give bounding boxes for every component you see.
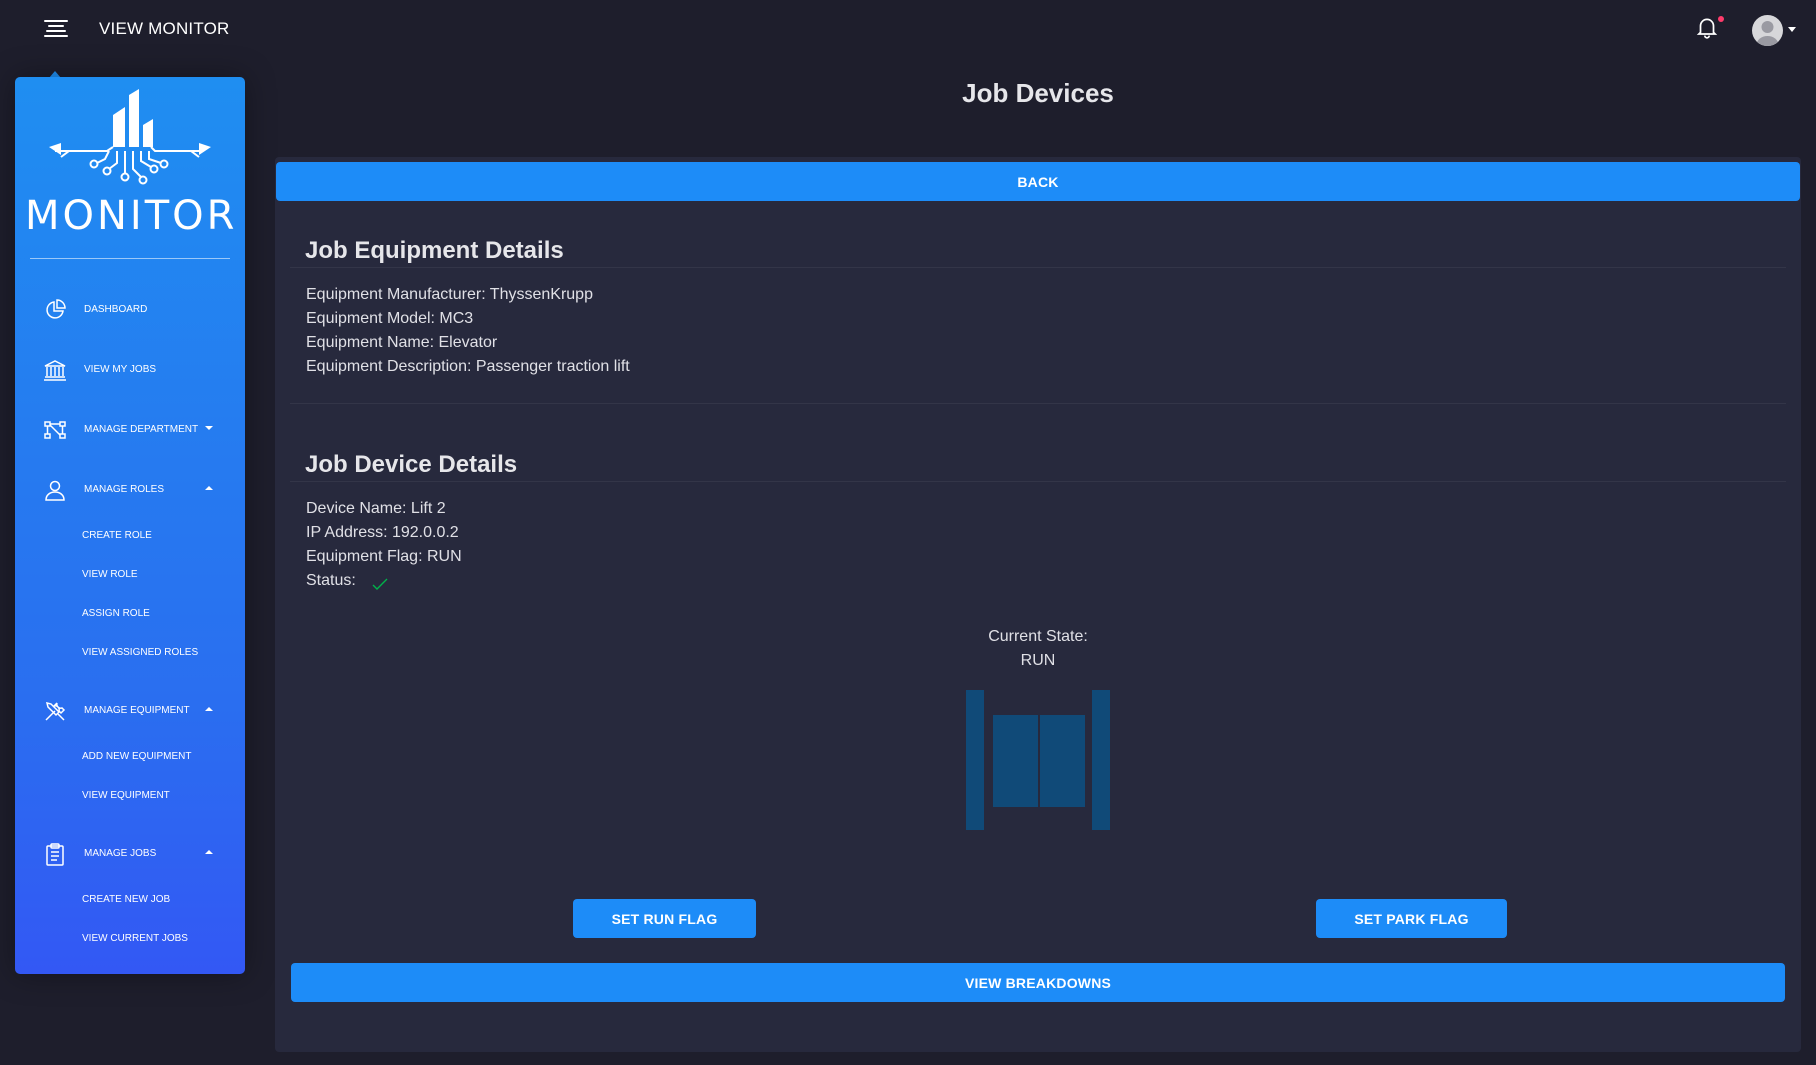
user-avatar-icon[interactable] [1752, 15, 1783, 46]
divider [290, 403, 1786, 404]
app-title: VIEW MONITOR [99, 19, 230, 38]
elevator-doors-icon [966, 690, 1110, 830]
sidebar-item-label: MANAGE JOBS [84, 848, 157, 859]
equipment-manufacturer: Equipment Manufacturer: ThyssenKrupp [306, 286, 593, 303]
sidebar-subitem-view-role[interactable]: VIEW ROLE [82, 569, 138, 580]
sidebar-item-dashboard[interactable]: DASHBOARD [15, 290, 245, 330]
sidebar-subitem-create-role[interactable]: CREATE ROLE [82, 530, 152, 541]
sidebar-item-view-my-jobs[interactable]: VIEW MY JOBS [15, 350, 245, 390]
bank-icon [44, 360, 66, 381]
lift-frame-right [1092, 690, 1110, 830]
sidebar-item-label: VIEW MY JOBS [84, 364, 157, 375]
page-title: Job Devices [962, 78, 1114, 108]
logo: MONITOR [25, 89, 235, 239]
device-equipment-flag: Equipment Flag: RUN [306, 548, 462, 565]
sidebar-item-label: MANAGE ROLES [84, 484, 165, 495]
sidebar-subitem-add-new-equipment[interactable]: ADD NEW EQUIPMENT [82, 751, 191, 762]
device-name: Device Name: Lift 2 [306, 500, 446, 517]
lift-door-left [993, 715, 1038, 807]
sidebar-subitem-create-new-job[interactable]: CREATE NEW JOB [82, 894, 170, 905]
current-state-label: Current State: [988, 628, 1088, 645]
notification-dot [1718, 16, 1724, 22]
sidebar-subitem-view-current-jobs[interactable]: VIEW CURRENT JOBS [82, 933, 188, 944]
equipment-model: Equipment Model: MC3 [306, 310, 474, 327]
divider [290, 481, 1786, 482]
chevron-down-icon [205, 426, 213, 430]
sidebar: MONITOR DASHBOARD VIEW MY JOBS MANAGE DE… [15, 77, 245, 974]
set-park-flag-button[interactable]: SET PARK FLAG [1316, 899, 1507, 938]
set-run-flag-button[interactable]: SET RUN FLAG [573, 899, 756, 938]
device-status-label: Status: [306, 572, 356, 589]
chevron-up-icon [205, 707, 213, 711]
sidebar-subitem-assign-role[interactable]: ASSIGN ROLE [82, 608, 150, 619]
equipment-section-title: Job Equipment Details [305, 237, 564, 264]
logo-text: MONITOR [25, 193, 238, 239]
device-section-title: Job Device Details [305, 451, 518, 478]
current-state-value: RUN [1020, 652, 1056, 669]
bell-icon[interactable] [1694, 14, 1720, 40]
sidebar-item-label: MANAGE DEPARTMENT [84, 424, 199, 435]
chevron-down-icon[interactable] [1788, 27, 1796, 32]
sidebar-item-label: MANAGE EQUIPMENT [84, 705, 190, 716]
pie-chart-icon [46, 299, 66, 319]
lift-frame-left [966, 690, 984, 830]
check-icon [372, 578, 388, 590]
chevron-up-icon [205, 486, 213, 490]
tools-icon [45, 701, 66, 721]
device-ip-address: IP Address: 192.0.0.2 [306, 524, 459, 541]
user-icon [45, 480, 65, 501]
equipment-description: Equipment Description: Passenger tractio… [306, 358, 630, 375]
equipment-name: Equipment Name: Elevator [306, 334, 498, 351]
network-icon [44, 421, 66, 439]
divider [290, 267, 1786, 268]
back-button[interactable]: BACK [276, 162, 1800, 201]
hamburger-icon[interactable] [44, 20, 68, 38]
sidebar-divider [30, 258, 230, 259]
clipboard-icon [46, 843, 64, 866]
sidebar-subitem-view-equipment[interactable]: VIEW EQUIPMENT [82, 790, 170, 801]
sidebar-subitem-view-assigned-roles[interactable]: VIEW ASSIGNED ROLES [82, 647, 198, 658]
sidebar-item-manage-roles[interactable]: MANAGE ROLES [15, 470, 245, 510]
lift-door-right [1040, 715, 1085, 807]
sidebar-item-manage-department[interactable]: MANAGE DEPARTMENT [15, 410, 245, 450]
sidebar-item-manage-equipment[interactable]: MANAGE EQUIPMENT [15, 691, 245, 731]
sidebar-item-manage-jobs[interactable]: MANAGE JOBS [15, 834, 245, 874]
sidebar-item-label: DASHBOARD [84, 304, 148, 315]
view-breakdowns-button[interactable]: VIEW BREAKDOWNS [291, 963, 1785, 1002]
chevron-up-icon [205, 850, 213, 854]
top-bar: VIEW MONITOR [0, 0, 1816, 60]
